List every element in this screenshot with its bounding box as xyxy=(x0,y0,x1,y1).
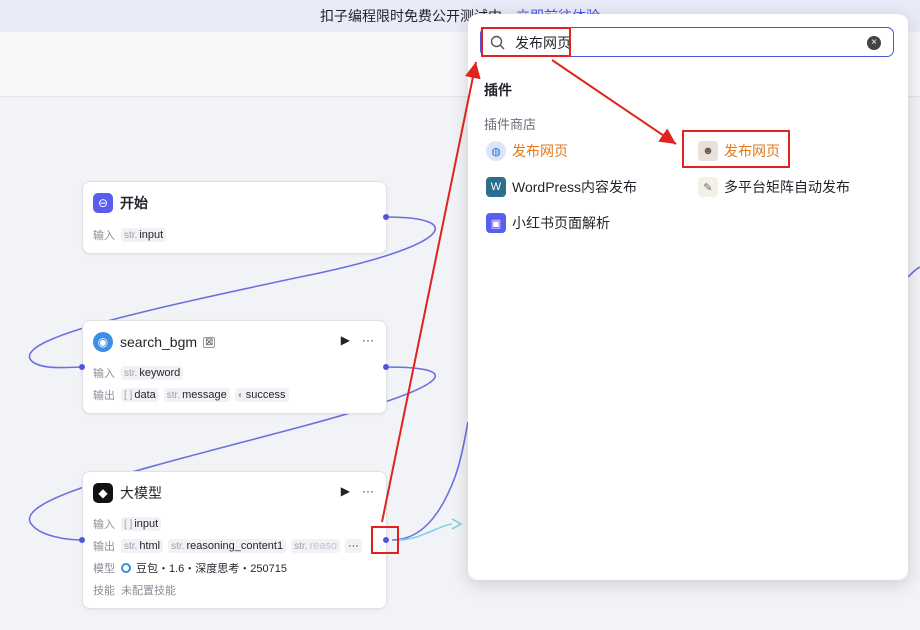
plugin-name: 发布网页 xyxy=(512,143,568,159)
param-name: reasoning_content1 xyxy=(186,540,284,552)
node-search-header: ◉ search_bgm ⊠ xyxy=(93,331,216,353)
node-search-input-port[interactable] xyxy=(79,364,85,370)
wordpress-icon: W xyxy=(486,177,506,197)
type-icon: str. xyxy=(171,540,185,552)
type-icon: str. xyxy=(166,389,181,401)
plugin-result-item[interactable]: ◍ 发布网页 xyxy=(486,140,568,162)
annotation-box-result xyxy=(682,130,790,168)
node-llm-header: ◆ 大模型 xyxy=(93,482,162,504)
param-name: data xyxy=(134,389,156,401)
param-tag: str. message xyxy=(163,388,230,402)
param-name: input xyxy=(139,229,164,241)
param-tag: str. input xyxy=(121,228,167,242)
more-outputs-button[interactable]: ··· xyxy=(344,539,362,553)
param-tag: str. keyword xyxy=(121,366,184,380)
section-title: 插件 xyxy=(484,82,512,98)
param-name: reaso xyxy=(309,540,337,552)
subsection-title: 插件商店 xyxy=(484,117,537,132)
node-search-bgm[interactable]: ◉ search_bgm ⊠ ▶ ··· 输入 str. keyword 输出 [… xyxy=(82,320,387,414)
model-value: 豆包・1.6・深度思考・250715 xyxy=(136,563,287,575)
run-button[interactable]: ▶ xyxy=(341,333,350,347)
type-icon: ◐ xyxy=(237,389,244,401)
param-name: keyword xyxy=(139,367,181,379)
type-icon: str. xyxy=(124,540,138,552)
param-tag: [ ] data xyxy=(121,388,159,402)
type-icon: [ ] xyxy=(124,389,133,401)
annotation-box-port xyxy=(371,526,399,554)
param-tag: [ ] input xyxy=(121,517,162,531)
annotation-box-search xyxy=(481,27,571,57)
llm-icon: ◆ xyxy=(93,483,113,503)
input-label: 输入 xyxy=(93,368,115,380)
node-search-input-row: 输入 str. keyword xyxy=(93,365,188,381)
duck-icon: ✎ xyxy=(698,177,718,197)
wire-offscreen xyxy=(907,266,920,278)
more-button[interactable]: ··· xyxy=(362,333,374,347)
param-name: html xyxy=(139,540,161,552)
plugin-result-item[interactable]: W WordPress内容发布 xyxy=(486,176,637,198)
globe-icon: ◉ xyxy=(93,332,113,352)
node-llm-skill-row: 技能 未配置技能 xyxy=(93,582,176,598)
param-name: input xyxy=(134,518,159,530)
doubao-icon xyxy=(121,563,131,573)
start-icon: ⊖ xyxy=(93,193,113,213)
type-icon: str. xyxy=(294,540,308,552)
node-llm-input-row: 输入 [ ] input xyxy=(93,516,166,532)
plugin-name: 小红书页面解析 xyxy=(512,215,610,231)
node-llm[interactable]: ◆ 大模型 ▶ ··· 输入 [ ] input 输出 str. html str.… xyxy=(82,471,387,609)
param-name: success xyxy=(245,389,286,401)
param-tag: str. reasoning_content1 xyxy=(168,539,287,553)
node-start-title: 开始 xyxy=(120,195,148,211)
type-icon: str. xyxy=(124,367,138,379)
input-label: 输入 xyxy=(93,230,115,242)
node-llm-output-row: 输出 str. html str. reasoning_content1 str. r… xyxy=(93,538,367,554)
input-label: 输入 xyxy=(93,519,115,531)
node-llm-model-row: 模型 豆包・1.6・深度思考・250715 xyxy=(93,560,287,576)
node-search-actions: ▶ ··· xyxy=(341,333,374,347)
run-button[interactable]: ▶ xyxy=(341,484,350,498)
plugin-result-item[interactable]: ▣ 小红书页面解析 xyxy=(486,212,610,234)
param-name: message xyxy=(182,389,227,401)
clear-icon[interactable]: × xyxy=(867,36,881,50)
skill-value: 未配置技能 xyxy=(121,585,176,597)
node-search-output-row: 输出 [ ] data str. message ◐ success xyxy=(93,387,294,403)
add-node-panel: × 插件 插件商店 ◍ 发布网页 ☻ 发布网页 W WordPress内容发布 … xyxy=(468,14,908,580)
param-tag: str. reaso xyxy=(291,539,340,553)
box-icon: ▣ xyxy=(486,213,506,233)
output-label: 输出 xyxy=(93,390,115,402)
more-button[interactable]: ··· xyxy=(362,484,374,498)
param-tag: ◐ success xyxy=(234,388,289,402)
node-start-header: ⊖ 开始 xyxy=(93,192,148,214)
node-start-output-port[interactable] xyxy=(383,214,389,220)
plugin-name: 多平台矩阵自动发布 xyxy=(724,179,850,195)
skill-label: 技能 xyxy=(93,585,115,597)
node-llm-title: 大模型 xyxy=(120,485,162,501)
batch-icon: ⊠ xyxy=(203,336,216,348)
type-icon: [ ] xyxy=(124,518,133,530)
node-start-input-row: 输入 str. input xyxy=(93,227,171,243)
node-search-output-port[interactable] xyxy=(383,364,389,370)
node-llm-input-port[interactable] xyxy=(79,537,85,543)
node-llm-actions: ▶ ··· xyxy=(341,484,374,498)
param-tag: str. html xyxy=(121,539,164,553)
model-label: 模型 xyxy=(93,563,115,575)
node-search-title: search_bgm xyxy=(120,334,198,350)
plugin-name: WordPress内容发布 xyxy=(512,179,637,195)
output-label: 输出 xyxy=(93,541,115,553)
plugin-result-item[interactable]: ✎ 多平台矩阵自动发布 xyxy=(698,176,850,198)
node-start[interactable]: ⊖ 开始 输入 str. input xyxy=(82,181,387,254)
type-icon: str. xyxy=(124,229,138,241)
globe-icon: ◍ xyxy=(486,141,506,161)
